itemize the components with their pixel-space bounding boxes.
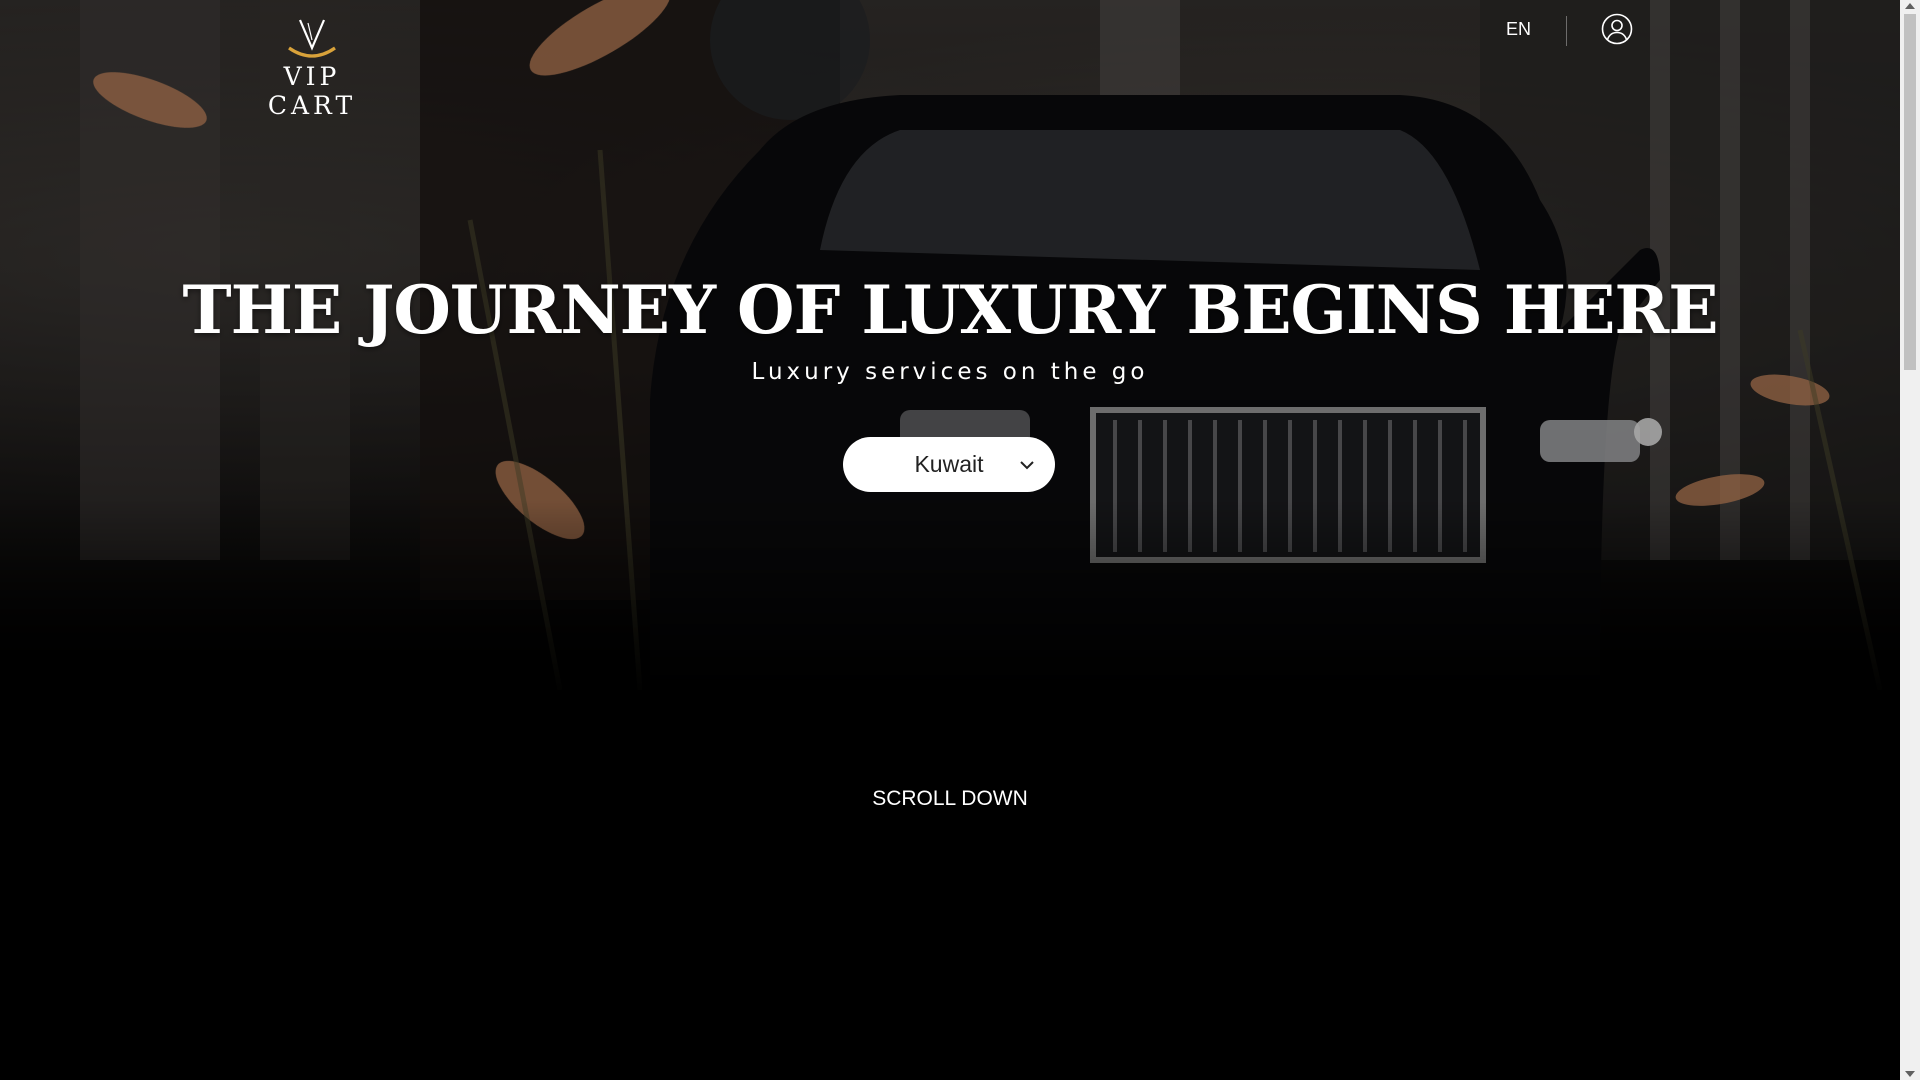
- logo[interactable]: VIP CART: [236, 18, 388, 120]
- language-selector[interactable]: EN: [1506, 19, 1531, 40]
- chevron-down-icon: [1020, 461, 1034, 470]
- country-select[interactable]: Kuwait: [843, 437, 1055, 492]
- header-divider: [1566, 16, 1567, 46]
- page-scrollbar[interactable]: [1900, 0, 1920, 1080]
- page: VIP CART EN THE JOURNEY OF LUXURY BEGINS…: [0, 0, 1900, 1080]
- hero-subline: Luxury services on the go: [751, 359, 1149, 385]
- scroll-down-link[interactable]: SCROLL DOWN: [0, 787, 1900, 811]
- user-circle-icon[interactable]: [1601, 13, 1633, 45]
- logo-text: VIP CART: [267, 62, 357, 120]
- hero-headline: THE JOURNEY OF LUXURY BEGINS HERE: [182, 271, 1718, 349]
- scroll-down-arrow-icon[interactable]: [1905, 1071, 1915, 1077]
- logo-mark-icon: [288, 19, 336, 58]
- scroll-up-arrow-icon[interactable]: [1905, 3, 1915, 9]
- hero-fade: [0, 500, 1900, 700]
- scrollbar-thumb[interactable]: [1904, 14, 1916, 370]
